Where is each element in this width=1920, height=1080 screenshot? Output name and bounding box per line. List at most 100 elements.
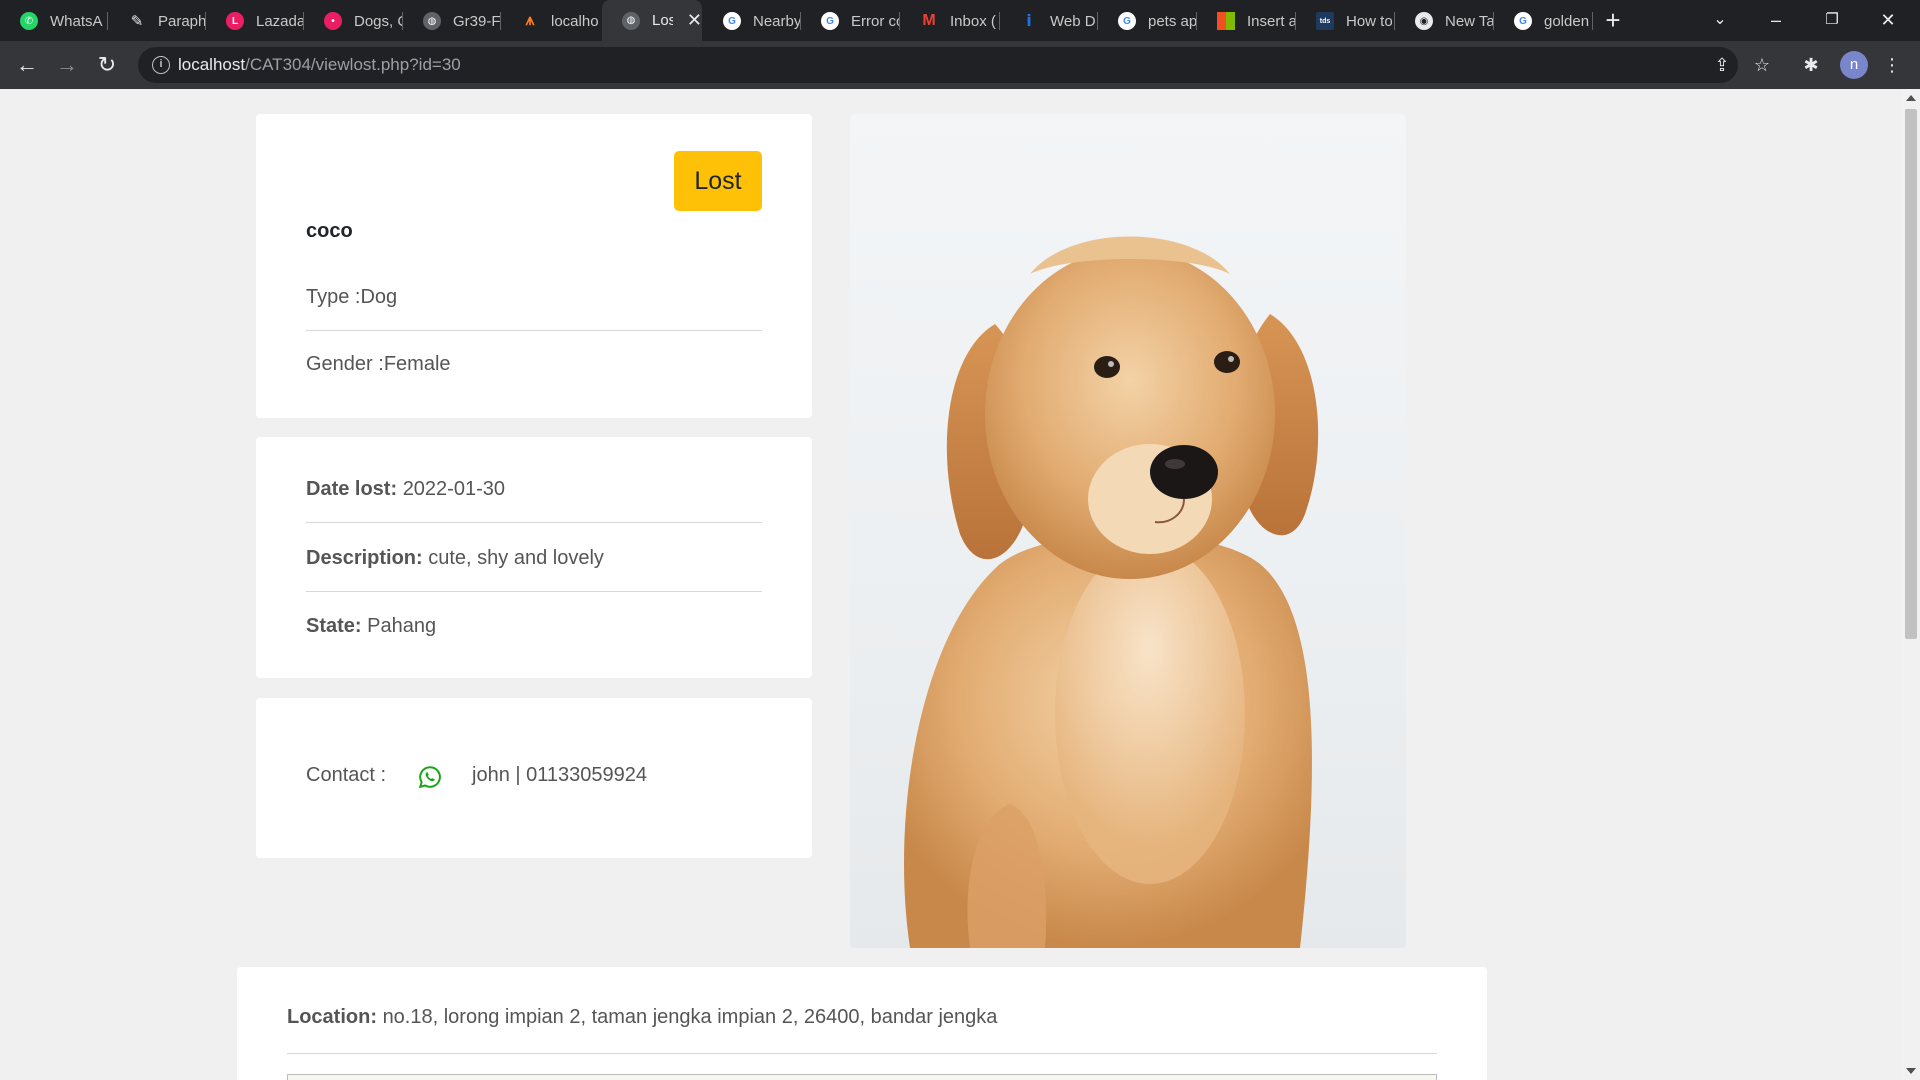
tab-lazada[interactable]: L Lazada bbox=[206, 6, 304, 36]
bookmark-star-icon[interactable]: ☆ bbox=[1750, 53, 1774, 77]
gmail-icon: M bbox=[922, 12, 936, 29]
tab-title: Dogs, C bbox=[354, 12, 403, 30]
whatsapp-icon: ✆ bbox=[20, 12, 38, 30]
scroll-up-arrow-icon[interactable] bbox=[1906, 95, 1916, 101]
tds-icon: tds bbox=[1316, 12, 1334, 30]
tab-webd[interactable]: ⅰ Web D bbox=[1000, 6, 1098, 36]
tab-title: Web D bbox=[1050, 12, 1096, 30]
location-row: Location: no.18, lorong impian 2, taman … bbox=[287, 1006, 997, 1029]
contact-label: Contact : bbox=[306, 764, 387, 786]
minimize-button[interactable]: – bbox=[1748, 0, 1804, 41]
page-viewport: Lost coco Type :Dog Gender :Female Date … bbox=[0, 89, 1902, 1080]
new-tab-button[interactable]: + bbox=[1598, 6, 1628, 36]
google-icon: G bbox=[723, 12, 741, 30]
puppy-illustration bbox=[904, 236, 1319, 948]
restore-button[interactable]: ❐ bbox=[1804, 0, 1860, 41]
site-info-icon[interactable]: i bbox=[152, 56, 170, 74]
tab-newtab[interactable]: ◉ New Ta bbox=[1395, 6, 1494, 36]
state-label: State: bbox=[306, 615, 362, 637]
tab-title: Gr39-Fi bbox=[453, 12, 501, 30]
divider bbox=[306, 591, 762, 592]
google-icon: G bbox=[821, 12, 839, 30]
pet-summary-card: Lost coco Type :Dog Gender :Female bbox=[256, 114, 812, 418]
tab-error[interactable]: G Error cc bbox=[801, 6, 900, 36]
extensions-puzzle-icon[interactable]: ✱ bbox=[1799, 53, 1823, 77]
tab-title: pets ap bbox=[1148, 12, 1197, 30]
url-text[interactable]: localhost/CAT304/viewlost.php?id=30 bbox=[178, 55, 461, 75]
state-value: Pahang bbox=[367, 615, 437, 637]
browser-toolbar: ← → ↻ i localhost/CAT304/viewlost.php?id… bbox=[0, 41, 1920, 89]
tab-search-chevron-icon[interactable]: ⌄ bbox=[1692, 0, 1748, 41]
type-label: Type : bbox=[306, 286, 361, 308]
globe-icon: ◍ bbox=[622, 11, 640, 30]
tab-lost-active[interactable]: ◍ Los ✕ bbox=[602, 0, 702, 41]
divider bbox=[306, 522, 762, 523]
whatsapp-icon[interactable] bbox=[418, 765, 442, 789]
reload-icon[interactable]: ↻ bbox=[93, 51, 121, 79]
location-card: Location: no.18, lorong impian 2, taman … bbox=[237, 967, 1487, 1080]
location-value: no.18, lorong impian 2, taman jengka imp… bbox=[382, 1006, 998, 1028]
tab-golden[interactable]: G golden bbox=[1494, 6, 1593, 36]
embedded-map[interactable] bbox=[287, 1074, 1437, 1080]
tab-strip: ✆ WhatsA ✎ Paraphi L Lazada • Dogs, C ◍ … bbox=[0, 0, 1920, 41]
lazada-icon: L bbox=[226, 12, 244, 30]
divider bbox=[287, 1053, 1437, 1054]
globe-icon: ◍ bbox=[423, 12, 441, 30]
tab-paraphrase[interactable]: ✎ Paraphi bbox=[108, 6, 206, 36]
tab-title: Los bbox=[652, 12, 673, 29]
tab-howto[interactable]: tds How to bbox=[1296, 6, 1395, 36]
chrome-icon: ◉ bbox=[1415, 12, 1433, 30]
location-label: Location: bbox=[287, 1006, 377, 1028]
tab-gr39[interactable]: ◍ Gr39-Fi bbox=[403, 6, 501, 36]
state-row: State: Pahang bbox=[306, 615, 436, 638]
type-value: Dog bbox=[360, 286, 398, 308]
tab-title: Lazada bbox=[256, 12, 304, 30]
tab-whatsapp[interactable]: ✆ WhatsA bbox=[0, 6, 108, 36]
page-scrollbar[interactable] bbox=[1902, 89, 1920, 1080]
date-lost-value: 2022-01-30 bbox=[402, 478, 505, 500]
share-icon[interactable]: ⇪ bbox=[1710, 53, 1734, 77]
tab-insert[interactable]: Insert a bbox=[1197, 6, 1296, 36]
gender-value: Female bbox=[383, 353, 451, 375]
back-arrow-icon[interactable]: ← bbox=[13, 51, 41, 79]
status-badge: Lost bbox=[674, 151, 762, 211]
google-icon: G bbox=[1118, 12, 1136, 30]
contact-card: Contact : john | 01133059924 bbox=[256, 698, 812, 858]
gender-label: Gender : bbox=[306, 353, 384, 375]
pet-photo bbox=[850, 114, 1406, 948]
tab-title: Insert a bbox=[1247, 12, 1296, 30]
tab-title: Inbox ( bbox=[950, 12, 996, 30]
address-bar[interactable]: i localhost/CAT304/viewlost.php?id=30 bbox=[138, 47, 1738, 83]
tab-title: localho bbox=[551, 12, 599, 30]
lost-details-card: Date lost: 2022-01-30 Description: cute,… bbox=[256, 437, 812, 678]
scrollbar-thumb[interactable] bbox=[1905, 109, 1917, 639]
date-lost-row: Date lost: 2022-01-30 bbox=[306, 478, 505, 501]
tab-title: How to bbox=[1346, 12, 1393, 30]
close-tab-icon[interactable]: ✕ bbox=[687, 10, 702, 31]
url-host: localhost bbox=[178, 55, 246, 74]
tab-nearby[interactable]: G Nearby bbox=[703, 6, 801, 36]
contact-value: john | 01133059924 bbox=[472, 764, 647, 786]
divider bbox=[306, 330, 762, 331]
close-window-button[interactable]: ✕ bbox=[1860, 0, 1916, 41]
google-icon: G bbox=[1514, 12, 1532, 30]
microsoft-icon bbox=[1217, 12, 1235, 30]
scroll-down-arrow-icon[interactable] bbox=[1906, 1068, 1916, 1074]
tab-title: New Ta bbox=[1445, 12, 1494, 30]
info-icon: ⅰ bbox=[1026, 13, 1032, 30]
tab-pets[interactable]: G pets ap bbox=[1098, 6, 1197, 36]
tab-dogs[interactable]: • Dogs, C bbox=[304, 6, 403, 36]
tab-title: Paraphi bbox=[158, 12, 206, 30]
xampp-icon: ⩚ bbox=[525, 12, 535, 29]
tab-localhost[interactable]: ⩚ localho bbox=[501, 6, 600, 36]
tab-title: golden bbox=[1544, 12, 1590, 30]
tab-title: Nearby bbox=[753, 12, 801, 30]
profile-avatar[interactable]: n bbox=[1840, 51, 1868, 79]
paw-icon: • bbox=[324, 12, 342, 30]
menu-dots-icon[interactable]: ⋮ bbox=[1880, 53, 1904, 77]
pet-type: Type :Dog bbox=[306, 286, 397, 309]
forward-arrow-icon[interactable]: → bbox=[53, 51, 81, 79]
tab-title: WhatsA bbox=[50, 12, 103, 30]
tab-inbox[interactable]: M Inbox ( bbox=[900, 6, 1000, 36]
tab-title: Error cc bbox=[851, 12, 900, 30]
